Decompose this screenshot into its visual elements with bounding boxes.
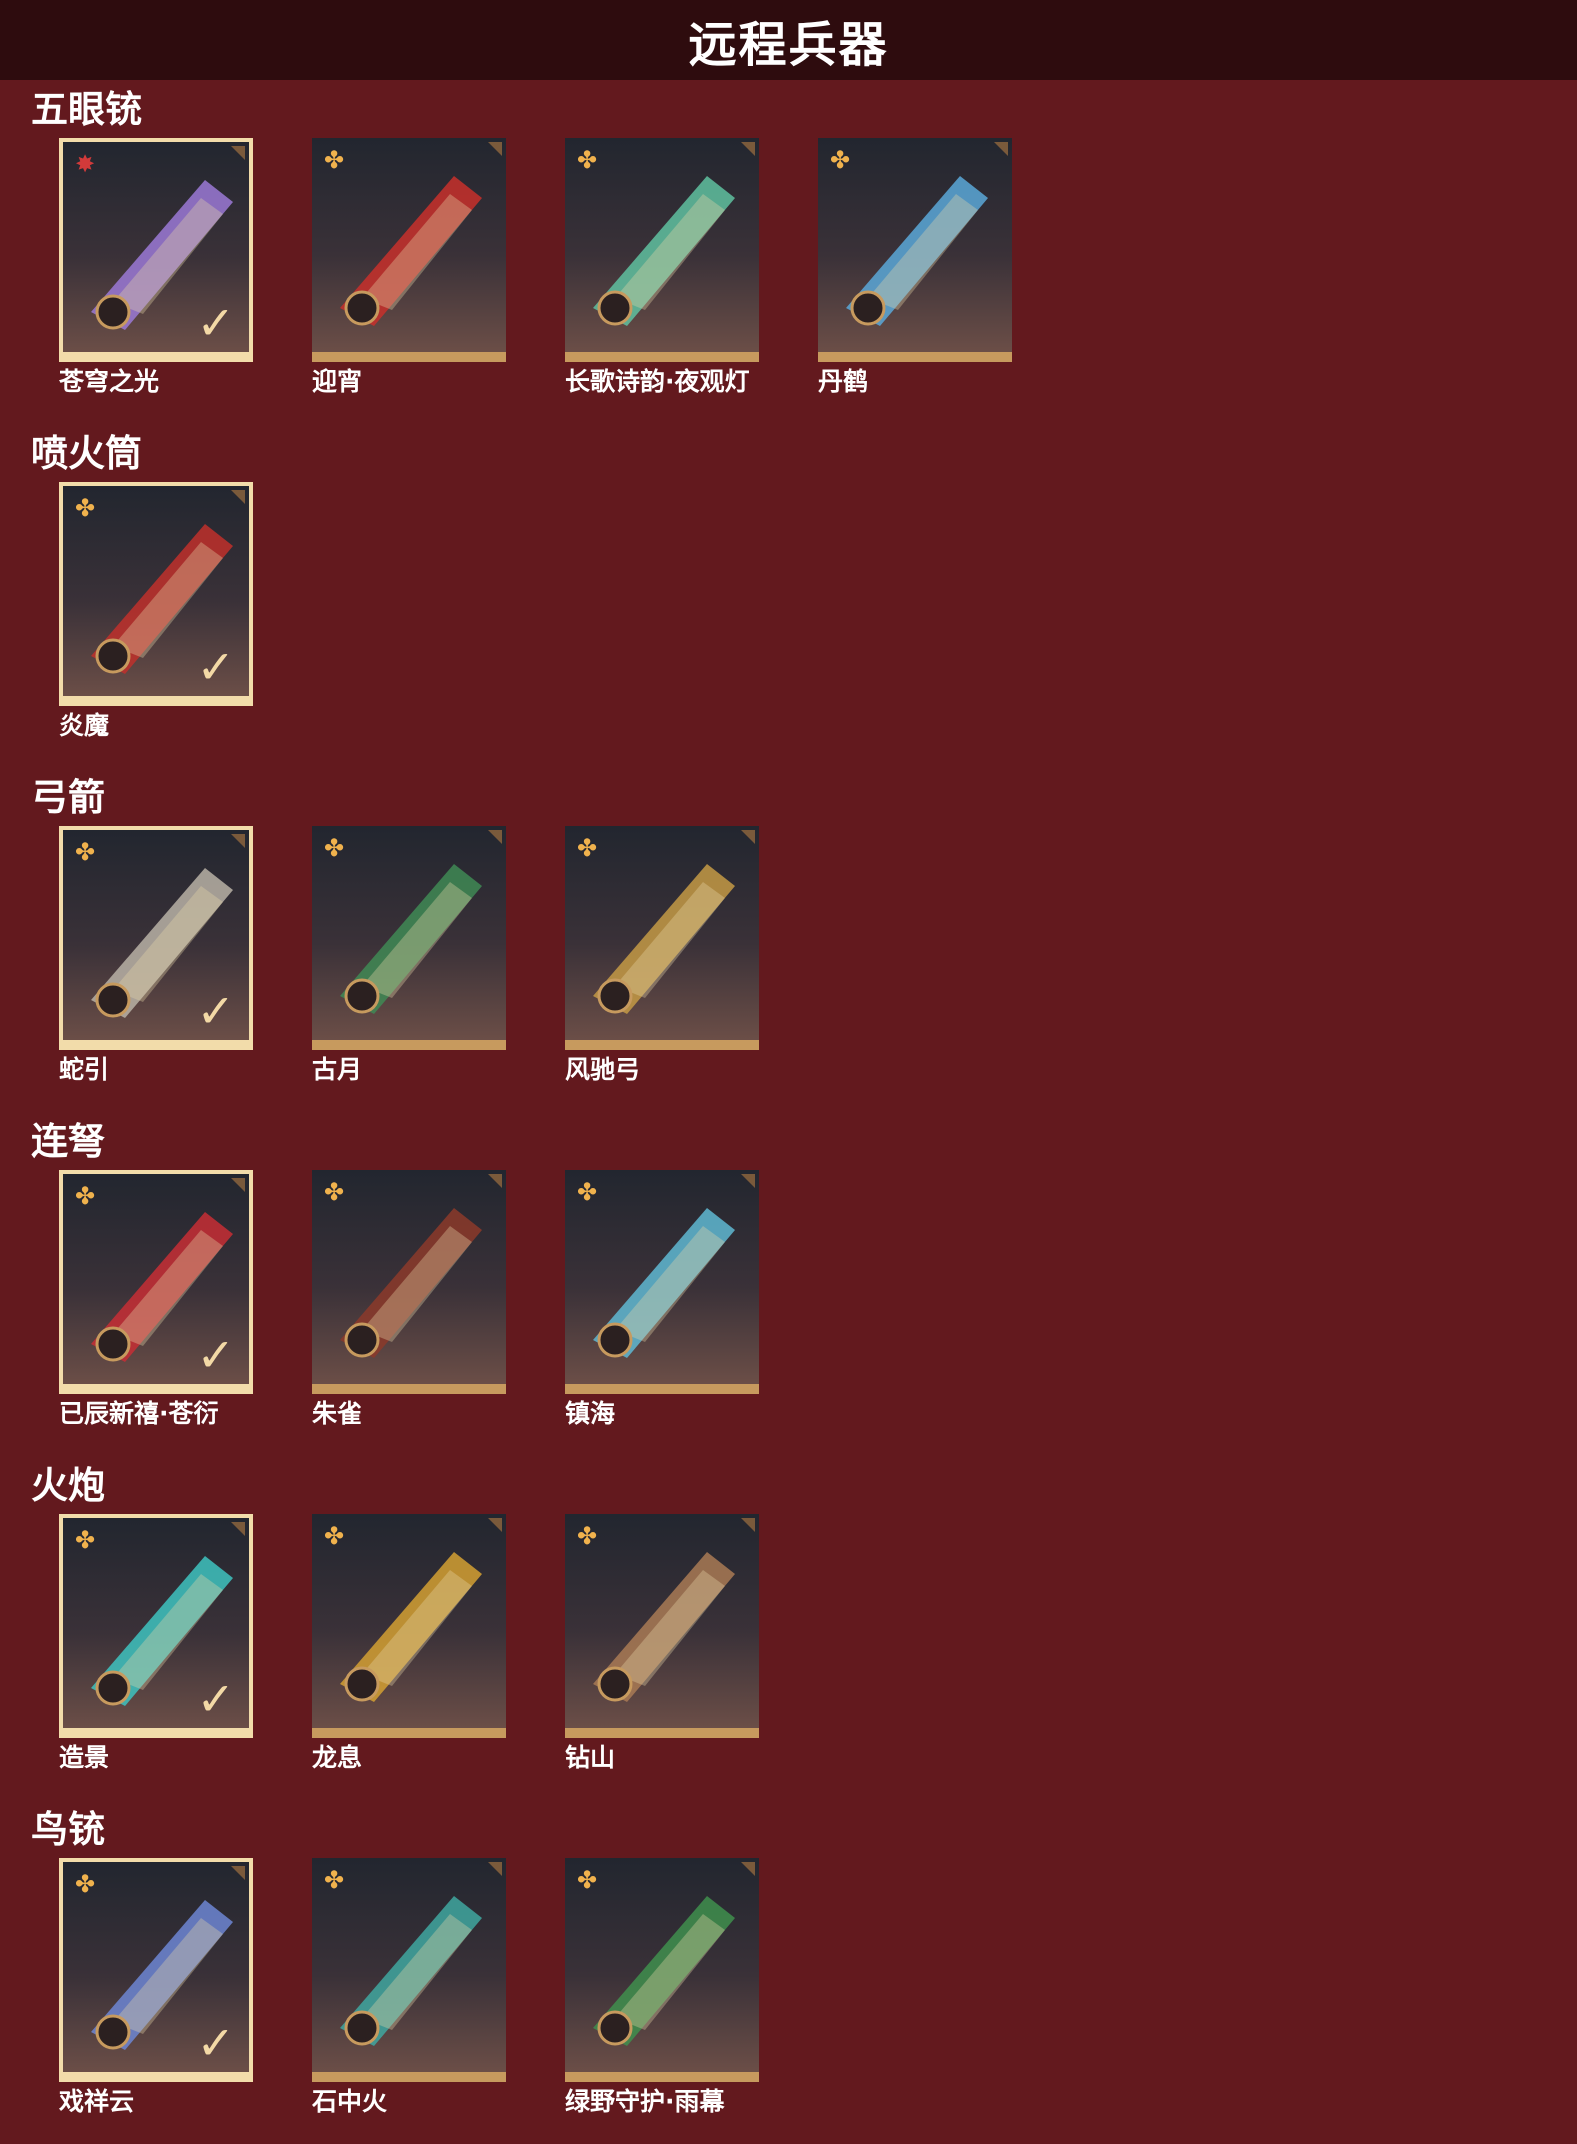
corner-tab-icon — [741, 830, 755, 844]
section-title: 火炮 — [31, 1464, 105, 1507]
corner-tab-icon — [488, 1518, 502, 1532]
weapon-name: 古月 — [312, 1055, 363, 1084]
weapon-name: 朱雀 — [312, 1399, 363, 1428]
page-header: 远程兵器 — [0, 0, 1577, 80]
weapon-name: 炎魔 — [59, 711, 110, 740]
weapon-card[interactable]: ✤ 绿野守护·雨幕 — [565, 1858, 759, 2116]
corner-tab-icon — [741, 1518, 755, 1532]
weapon-thumbnail[interactable]: ✤ — [565, 1514, 759, 1738]
section-title: 五眼铳 — [31, 88, 142, 131]
weapon-name: 迎宵 — [312, 367, 363, 396]
weapon-card[interactable]: ✤ ✓ 造景 — [59, 1514, 253, 1772]
section-title: 鸟铳 — [31, 1808, 105, 1851]
section-title: 弓箭 — [31, 776, 105, 819]
weapon-card[interactable]: ✤ 钻山 — [565, 1514, 759, 1772]
weapon-name: 绿野守护·雨幕 — [565, 2087, 725, 2116]
corner-tab-icon — [231, 490, 245, 504]
weapon-card[interactable]: ✤ 石中火 — [312, 1858, 506, 2116]
weapon-thumbnail[interactable]: ✤ — [565, 1170, 759, 1394]
page-title: 远程兵器 — [688, 17, 889, 73]
weapon-name: 钻山 — [565, 1743, 616, 1772]
weapon-name: 苍穹之光 — [59, 367, 160, 396]
weapon-name: 长歌诗韵·夜观灯 — [565, 367, 750, 396]
weapon-name: 龙息 — [312, 1743, 363, 1772]
weapon-thumbnail[interactable]: ✤ — [818, 138, 1012, 362]
weapon-card[interactable]: ✤ ✓ 炎魔 — [59, 482, 253, 740]
weapon-card[interactable]: ✤ ✓ 蛇引 — [59, 826, 253, 1084]
weapon-thumbnail[interactable]: ✤ ✓ — [59, 482, 253, 706]
weapon-image — [340, 1208, 482, 1358]
weapon-name: 造景 — [59, 1743, 110, 1772]
weapon-thumbnail[interactable]: ✤ ✓ — [59, 1514, 253, 1738]
corner-tab-icon — [741, 142, 755, 156]
corner-tab-icon — [231, 1178, 245, 1192]
corner-tab-icon — [231, 834, 245, 848]
weapon-name: 丹鹤 — [818, 367, 869, 396]
corner-tab-icon — [994, 142, 1008, 156]
weapon-card[interactable]: ✤ 古月 — [312, 826, 506, 1084]
weapon-image — [340, 864, 482, 1014]
corner-tab-icon — [488, 1174, 502, 1188]
checkmark-icon: ✓ — [196, 640, 235, 694]
corner-tab-icon — [488, 830, 502, 844]
weapon-card[interactable]: ✸ ✓ 苍穹之光 — [59, 138, 253, 396]
section-title: 喷火筒 — [31, 432, 142, 475]
corner-tab-icon — [741, 1862, 755, 1876]
checkmark-icon: ✓ — [196, 1328, 235, 1382]
weapon-thumbnail[interactable]: ✤ — [565, 826, 759, 1050]
weapon-thumbnail[interactable]: ✤ — [312, 1514, 506, 1738]
weapon-name: 镇海 — [565, 1399, 616, 1428]
weapon-thumbnail[interactable]: ✤ ✓ — [59, 1858, 253, 2082]
corner-tab-icon — [741, 1174, 755, 1188]
weapon-thumbnail[interactable]: ✤ ✓ — [59, 826, 253, 1050]
weapon-image — [593, 1896, 735, 2046]
weapon-card[interactable]: ✤ 丹鹤 — [818, 138, 1012, 396]
weapon-thumbnail[interactable]: ✸ ✓ — [59, 138, 253, 362]
weapon-image — [846, 176, 988, 326]
corner-tab-icon — [231, 146, 245, 160]
weapon-thumbnail[interactable]: ✤ — [312, 1170, 506, 1394]
weapon-name: 蛇引 — [59, 1055, 110, 1084]
weapon-thumbnail[interactable]: ✤ — [312, 826, 506, 1050]
corner-tab-icon — [231, 1522, 245, 1536]
checkmark-icon: ✓ — [196, 296, 235, 350]
weapon-section: 火炮 ✤ ✓ 造景 ✤ 龙息 ✤ 钻山 — [0, 1464, 1577, 1794]
weapon-image — [340, 176, 482, 326]
weapon-image — [593, 176, 735, 326]
weapon-image — [340, 1552, 482, 1702]
weapon-thumbnail[interactable]: ✤ — [565, 1858, 759, 2082]
weapon-card[interactable]: ✤ ✓ 已辰新禧·苍衍 — [59, 1170, 253, 1428]
weapon-image — [593, 1208, 735, 1358]
weapon-thumbnail[interactable]: ✤ — [565, 138, 759, 362]
weapon-thumbnail[interactable]: ✤ — [312, 138, 506, 362]
weapon-name: 已辰新禧·苍衍 — [59, 1399, 219, 1428]
weapon-card[interactable]: ✤ 龙息 — [312, 1514, 506, 1772]
weapon-card[interactable]: ✤ ✓ 戏祥云 — [59, 1858, 253, 2116]
section-title: 连弩 — [31, 1120, 105, 1163]
weapon-thumbnail[interactable]: ✤ ✓ — [59, 1170, 253, 1394]
weapon-card[interactable]: ✤ 朱雀 — [312, 1170, 506, 1428]
weapon-section: 五眼铳 ✸ ✓ 苍穹之光 ✤ 迎宵 ✤ 长歌诗韵·夜观灯 ✤ 丹鹤 — [0, 88, 1577, 418]
weapon-card[interactable]: ✤ 风驰弓 — [565, 826, 759, 1084]
weapon-name: 石中火 — [312, 2087, 388, 2116]
weapon-card[interactable]: ✤ 长歌诗韵·夜观灯 — [565, 138, 759, 396]
weapon-image — [593, 1552, 735, 1702]
weapon-card[interactable]: ✤ 迎宵 — [312, 138, 506, 396]
corner-tab-icon — [488, 142, 502, 156]
weapon-image — [593, 864, 735, 1014]
checkmark-icon: ✓ — [196, 984, 235, 1038]
corner-tab-icon — [231, 1866, 245, 1880]
weapon-section: 连弩 ✤ ✓ 已辰新禧·苍衍 ✤ 朱雀 ✤ 镇海 — [0, 1120, 1577, 1450]
weapon-section: 弓箭 ✤ ✓ 蛇引 ✤ 古月 ✤ 风驰弓 — [0, 776, 1577, 1106]
weapon-section: 喷火筒 ✤ ✓ 炎魔 — [0, 432, 1577, 762]
weapon-card[interactable]: ✤ 镇海 — [565, 1170, 759, 1428]
weapon-image — [340, 1896, 482, 2046]
weapon-section: 鸟铳 ✤ ✓ 戏祥云 ✤ 石中火 ✤ 绿野守护·雨幕 — [0, 1808, 1577, 2138]
checkmark-icon: ✓ — [196, 2016, 235, 2070]
checkmark-icon: ✓ — [196, 1672, 235, 1726]
weapon-thumbnail[interactable]: ✤ — [312, 1858, 506, 2082]
corner-tab-icon — [488, 1862, 502, 1876]
weapon-name: 戏祥云 — [59, 2087, 135, 2116]
weapon-name: 风驰弓 — [565, 1055, 641, 1084]
